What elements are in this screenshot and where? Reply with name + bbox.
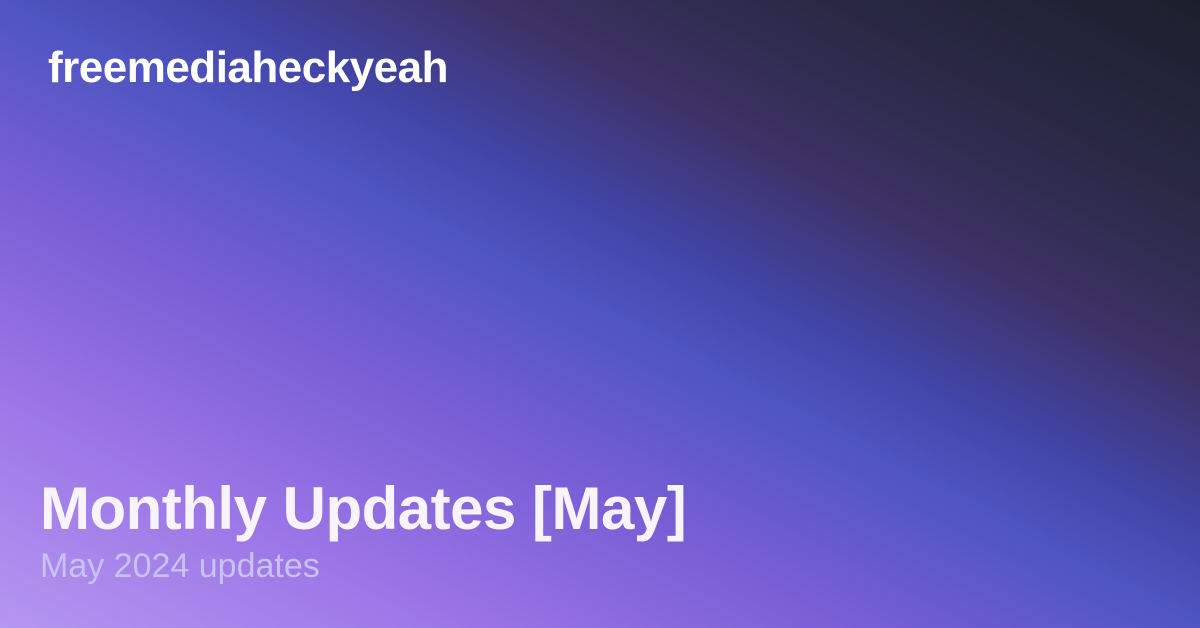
social-preview-card: freemediaheckyeah Monthly Updates [May] … bbox=[0, 0, 1200, 628]
site-name: freemediaheckyeah bbox=[48, 43, 448, 92]
post-title: Monthly Updates [May] bbox=[40, 475, 687, 542]
post-subtitle: May 2024 updates bbox=[40, 547, 320, 585]
